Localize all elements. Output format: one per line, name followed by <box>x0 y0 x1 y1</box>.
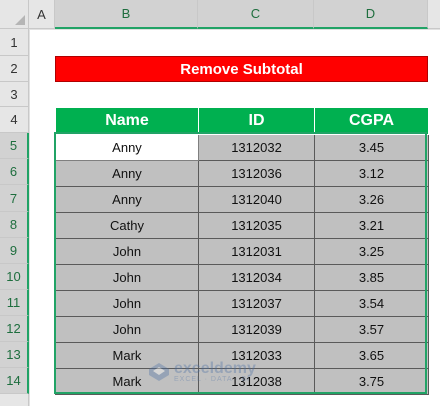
watermark: exceldemy EXCEL · DATA · BI <box>148 358 298 386</box>
row-header-2[interactable]: 2 <box>0 56 29 82</box>
row-header-9[interactable]: 9 <box>0 238 29 264</box>
row-header-6[interactable]: 6 <box>0 159 29 185</box>
table-row: Cathy 1312035 3.21 <box>55 212 429 239</box>
row-header-10[interactable]: 10 <box>0 264 29 290</box>
id-cell[interactable]: 1312036 <box>198 160 315 187</box>
cgpa-cell[interactable]: 3.25 <box>314 238 429 265</box>
table-row: John 1312039 3.57 <box>55 316 429 343</box>
name-cell[interactable]: John <box>55 290 199 317</box>
id-cell[interactable]: 1312031 <box>198 238 315 265</box>
row-header-4[interactable]: 4 <box>0 107 29 133</box>
cgpa-cell[interactable]: 3.54 <box>314 290 429 317</box>
row-header-11[interactable]: 11 <box>0 290 29 316</box>
cgpa-cell[interactable]: 3.85 <box>314 264 429 291</box>
id-cell[interactable]: 1312040 <box>198 186 315 213</box>
table-header-row: Name ID CGPA <box>55 107 429 135</box>
row-header-14[interactable]: 14 <box>0 368 29 394</box>
row-header-12[interactable]: 12 <box>0 316 29 342</box>
name-cell[interactable]: Cathy <box>55 212 199 239</box>
watermark-tagline: EXCEL · DATA · BI <box>174 375 250 383</box>
select-all-corner[interactable] <box>0 0 29 29</box>
column-header-c[interactable]: C <box>198 0 314 29</box>
row-header-13[interactable]: 13 <box>0 342 29 368</box>
id-cell[interactable]: 1312034 <box>198 264 315 291</box>
cgpa-cell[interactable]: 3.26 <box>314 186 429 213</box>
row-header-3[interactable]: 3 <box>0 82 29 107</box>
cgpa-cell[interactable]: 3.45 <box>314 134 429 161</box>
table-row: John 1312031 3.25 <box>55 238 429 265</box>
row-header-5[interactable]: 5 <box>0 133 29 159</box>
name-cell[interactable]: John <box>55 238 199 265</box>
id-cell[interactable]: 1312037 <box>198 290 315 317</box>
watermark-text: exceldemy EXCEL · DATA · BI <box>174 359 256 383</box>
cgpa-cell[interactable]: 3.21 <box>314 212 429 239</box>
row-header-1[interactable]: 1 <box>0 29 29 56</box>
table-row: John 1312037 3.54 <box>55 290 429 317</box>
table-row: Anny 1312032 3.45 <box>55 134 429 161</box>
cgpa-cell[interactable]: 3.12 <box>314 160 429 187</box>
id-cell[interactable]: 1312039 <box>198 316 315 343</box>
select-all-triangle-icon <box>15 15 25 25</box>
name-cell[interactable]: Anny <box>55 186 199 213</box>
column-header-a[interactable]: A <box>29 0 55 29</box>
header-name[interactable]: Name <box>55 107 199 135</box>
column-header-b[interactable]: B <box>55 0 198 29</box>
row-header-8[interactable]: 8 <box>0 212 29 238</box>
column-header-e-partial[interactable] <box>428 0 440 29</box>
header-id[interactable]: ID <box>198 107 315 135</box>
id-cell[interactable]: 1312032 <box>198 134 315 161</box>
name-cell[interactable]: Anny <box>55 160 199 187</box>
title-banner[interactable]: Remove Subtotal <box>55 56 428 82</box>
table-row: Anny 1312040 3.26 <box>55 186 429 213</box>
exceldemy-logo-icon <box>149 363 169 381</box>
name-cell[interactable]: John <box>55 316 199 343</box>
row-header-7[interactable]: 7 <box>0 185 29 212</box>
row-header-15-partial[interactable] <box>0 394 29 406</box>
header-cgpa[interactable]: CGPA <box>314 107 429 135</box>
id-cell[interactable]: 1312035 <box>198 212 315 239</box>
watermark-name: exceldemy <box>174 359 256 377</box>
table-row: John 1312034 3.85 <box>55 264 429 291</box>
table-row: Anny 1312036 3.12 <box>55 160 429 187</box>
cgpa-cell[interactable]: 3.65 <box>314 342 429 369</box>
cgpa-cell[interactable]: 3.57 <box>314 316 429 343</box>
name-cell[interactable]: John <box>55 264 199 291</box>
cgpa-cell[interactable]: 3.75 <box>314 368 429 395</box>
column-header-d[interactable]: D <box>314 0 428 29</box>
name-cell-active[interactable]: Anny <box>55 134 199 161</box>
data-table: Name ID CGPA Anny 1312032 3.45 Anny 1312… <box>55 107 429 395</box>
